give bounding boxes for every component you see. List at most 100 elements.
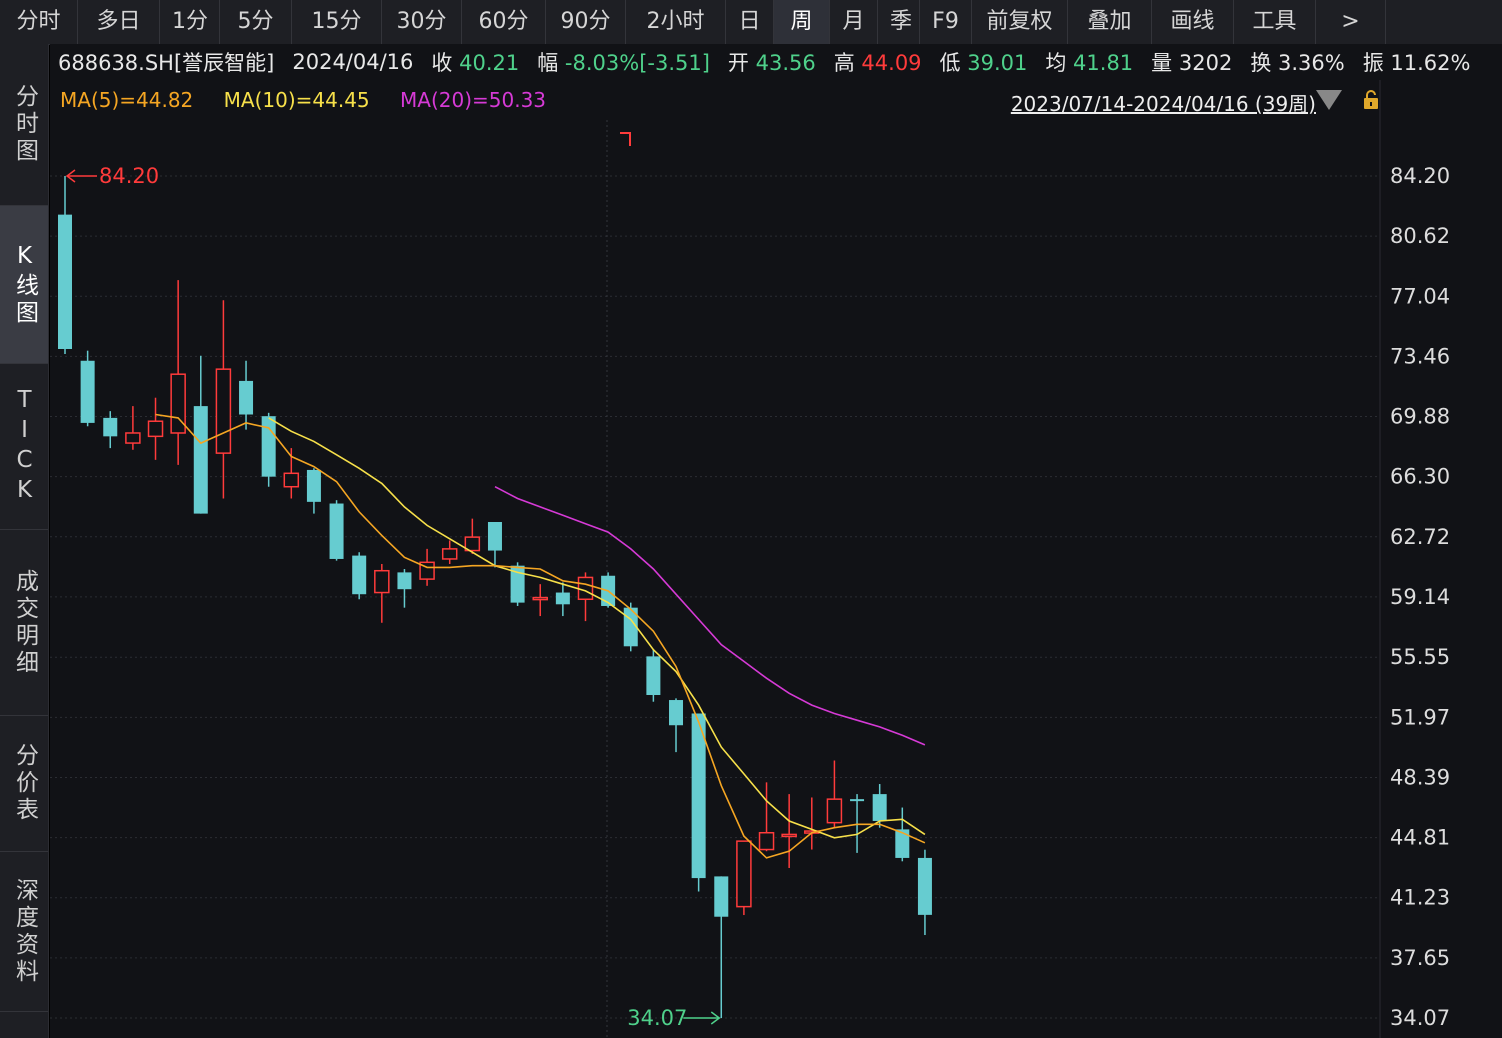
close-value: 40.21 [459, 51, 520, 75]
corner-marker-icon [620, 132, 631, 146]
sidebar-item-5[interactable]: 深度资料 [0, 852, 48, 1012]
candle-body [487, 522, 502, 551]
tab-16[interactable]: 画线 [1152, 0, 1234, 44]
tab-2[interactable]: 1分 [160, 0, 220, 44]
tab-11[interactable]: 月 [830, 0, 878, 44]
candle-body [781, 833, 797, 838]
tab-4[interactable]: 15分 [292, 0, 382, 44]
candle-body [872, 794, 887, 821]
tab-13[interactable]: F9 [920, 0, 972, 44]
change-label: 幅 [537, 51, 559, 75]
tab-3[interactable]: 5分 [220, 0, 292, 44]
y-tick-label: 80.62 [1390, 224, 1450, 248]
sidebar-item-2[interactable]: TICK [0, 364, 48, 530]
candle-body [441, 548, 458, 560]
amplitude-value: 11.62% [1390, 51, 1471, 75]
tab-5[interactable]: 30分 [382, 0, 462, 44]
tab-18[interactable]: > [1316, 0, 1386, 44]
sidebar-item-label: 深度资料 [11, 877, 38, 986]
change-value: -8.03%[-3.51] [564, 51, 710, 75]
y-tick-label: 84.20 [1390, 164, 1450, 188]
open-value: 43.56 [755, 51, 816, 75]
symbol-name: 688638.SH[誉辰智能] [58, 51, 275, 75]
max-price-label: 84.20 [99, 164, 159, 188]
candle-body [80, 360, 95, 423]
tab-7[interactable]: 90分 [546, 0, 626, 44]
volume-value: 3202 [1178, 51, 1233, 75]
candle-body [895, 829, 910, 858]
sidebar-item-1[interactable]: K线图 [0, 206, 48, 364]
turnover-label: 换 [1250, 51, 1272, 75]
tab-1[interactable]: 多日 [78, 0, 160, 44]
candle-body [758, 831, 775, 851]
tab-15[interactable]: 叠加 [1068, 0, 1152, 44]
sidebar-item-label: TICK [11, 386, 38, 507]
open-label: 开 [727, 51, 749, 75]
candle-body [306, 469, 321, 502]
ma20-line [494, 485, 926, 746]
kline-chart-area[interactable]: MA(5)=44.82 MA(10)=44.45 MA(20)=50.33 20… [50, 80, 1502, 1038]
view-sidebar: 分时图 K线图 TICK 成交明细分价表深度资料 [0, 44, 49, 1038]
y-tick-label: 37.65 [1390, 946, 1450, 970]
y-tick-label: 51.97 [1390, 705, 1450, 729]
ma10-line [268, 417, 926, 839]
candle-body [691, 713, 706, 879]
candle-body [397, 572, 412, 590]
sidebar-item-label: 分时图 [11, 84, 38, 165]
avg-value: 41.81 [1073, 51, 1134, 75]
tab-10[interactable]: 周 [774, 0, 830, 44]
y-tick-label: 44.81 [1390, 826, 1450, 850]
candle-body [103, 417, 118, 437]
avg-label: 均 [1045, 51, 1067, 75]
candle-body [283, 472, 300, 488]
sidebar-item-3[interactable]: 成交明细 [0, 530, 48, 716]
candle-body [577, 576, 594, 601]
candle-body [352, 555, 367, 595]
candle-body [555, 592, 570, 605]
candle-body [850, 799, 865, 802]
sidebar-item-0[interactable]: 分时图 [0, 44, 48, 206]
y-tick-label: 48.39 [1390, 765, 1450, 789]
sidebar-item-label: 分价表 [11, 743, 38, 824]
quote-date: 2024/04/16 [292, 50, 414, 74]
candle-body [147, 420, 164, 438]
candle-body [669, 700, 684, 726]
y-tick-label: 69.88 [1390, 405, 1450, 429]
y-tick-label: 59.14 [1390, 585, 1450, 609]
turnover-value: 3.36% [1278, 51, 1345, 75]
candle-body [58, 214, 72, 350]
kline-chart[interactable]: 84.20 80.62 77.04 73.46 69.88 66.30 62.72 59.14… [50, 80, 1502, 1038]
candle-body [193, 406, 208, 514]
high-value: 44.09 [861, 51, 922, 75]
volume-label: 量 [1151, 51, 1173, 75]
tab-0[interactable]: 分时 [0, 0, 78, 44]
close-label: 收 [431, 51, 453, 75]
low-value: 39.01 [967, 51, 1028, 75]
period-toolbar: 分时 多日 1分 5分 15分 30分 60分 90分 2小时日周月季 F9 前复权 叠加 画线 工具 > [0, 0, 1502, 45]
candle-body [239, 380, 254, 415]
quote-info-bar: 688638.SH[誉辰智能] 2024/04/16 收 40.21 幅 -8.… [50, 44, 1502, 80]
y-tick-label: 41.23 [1390, 886, 1450, 910]
tab-6[interactable]: 60分 [462, 0, 546, 44]
sidebar-item-4[interactable]: 分价表 [0, 716, 48, 852]
tab-14[interactable]: 前复权 [972, 0, 1068, 44]
y-tick-label: 62.72 [1390, 525, 1450, 549]
tab-season-dropdown[interactable]: 季 [878, 0, 920, 44]
candle-body [917, 857, 932, 915]
min-price-label: 34.07 [627, 1006, 687, 1030]
candle-body [714, 876, 729, 917]
candle-body [736, 840, 752, 908]
high-label: 高 [833, 51, 855, 75]
candle-body [646, 656, 661, 696]
y-tick-label: 73.46 [1390, 344, 1450, 368]
candle-body [261, 416, 276, 477]
tab-8[interactable]: 2小时 [626, 0, 726, 44]
candle-body [125, 432, 141, 444]
candle-body [215, 368, 232, 454]
y-tick-label: 66.30 [1390, 465, 1450, 489]
tab-17[interactable]: 工具 [1234, 0, 1316, 44]
tab-9[interactable]: 日 [726, 0, 774, 44]
y-tick-label: 77.04 [1390, 284, 1450, 308]
y-tick-label: 55.55 [1390, 645, 1450, 669]
candle-body [374, 569, 390, 594]
